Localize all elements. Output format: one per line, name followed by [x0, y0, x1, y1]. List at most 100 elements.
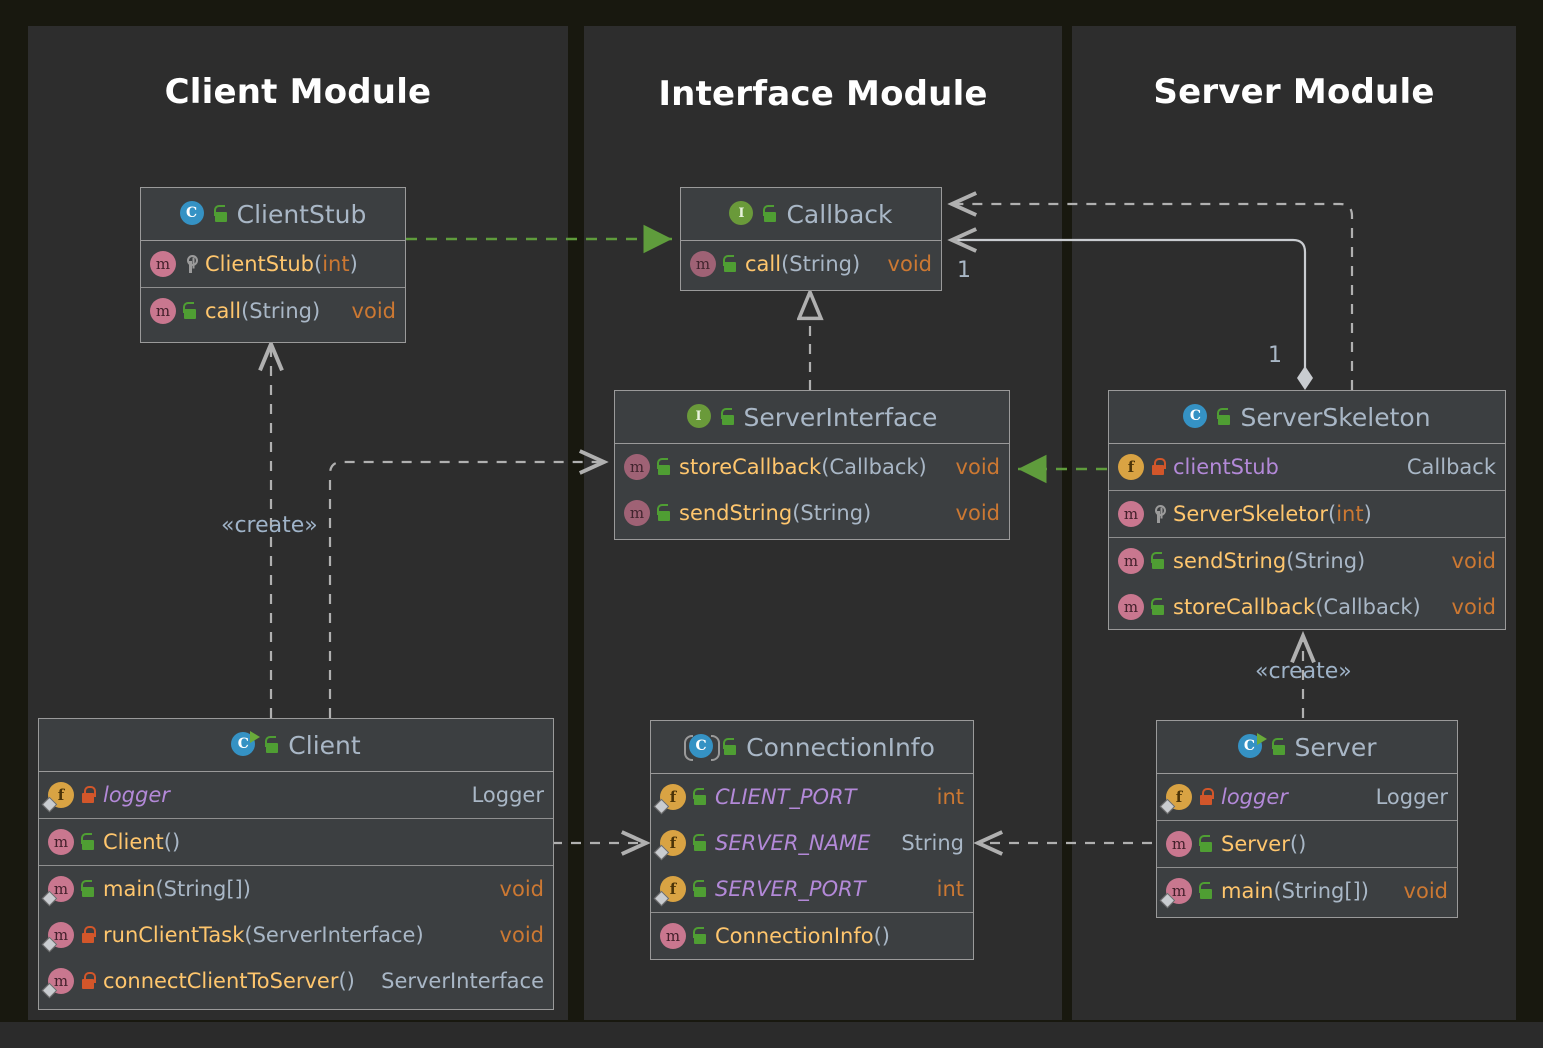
- member-params: (): [338, 969, 355, 993]
- static-field-icon: f: [660, 876, 686, 902]
- public-unlocked-icon: [722, 254, 739, 274]
- member-row[interactable]: f logger Logger: [39, 772, 553, 818]
- public-unlocked-icon: [656, 503, 673, 523]
- member-row[interactable]: m storeCallback (Callback) void: [615, 444, 1009, 490]
- member-row[interactable]: m call (String) void: [141, 288, 405, 334]
- method-icon: m: [1118, 501, 1144, 527]
- member-return-type: void: [955, 455, 1000, 479]
- public-unlocked-icon: [722, 737, 739, 757]
- member-row[interactable]: m runClientTask (ServerInterface) void: [39, 912, 553, 958]
- class-section-constructors: m Server(): [1157, 821, 1457, 868]
- class-name: Callback: [786, 199, 893, 229]
- member-row[interactable]: m ClientStub(int): [141, 241, 405, 287]
- member-name: main: [1221, 879, 1274, 903]
- class-box-client[interactable]: C Client f logger Logger m Client() m ma…: [38, 718, 554, 1010]
- public-unlocked-icon: [720, 407, 737, 427]
- member-row[interactable]: m sendString (String) void: [1109, 538, 1505, 584]
- member-name: main: [103, 877, 156, 901]
- member-row[interactable]: m ServerSkeletor(int): [1109, 491, 1505, 537]
- member-return-type: void: [499, 877, 544, 901]
- member-row[interactable]: f logger Logger: [1157, 774, 1457, 820]
- private-locked-icon: [80, 971, 97, 991]
- member-return-type: ServerInterface: [381, 969, 544, 993]
- class-header-clientstub: C ClientStub: [141, 188, 405, 241]
- class-section-constructors: m ClientStub(int): [141, 241, 405, 288]
- private-locked-icon: [80, 785, 97, 805]
- constructor-key-icon: [1150, 504, 1167, 524]
- class-box-connectioninfo[interactable]: C ConnectionInfo f CLIENT_PORT int f SER…: [650, 720, 974, 960]
- member-row[interactable]: m ConnectionInfo(): [651, 913, 973, 959]
- class-header-client: C Client: [39, 719, 553, 772]
- class-section-constructors: m ConnectionInfo(): [651, 913, 973, 959]
- member-type: Callback: [1406, 455, 1496, 479]
- member-row[interactable]: f CLIENT_PORT int: [651, 774, 973, 820]
- member-row[interactable]: m Client(): [39, 819, 553, 865]
- static-field-icon: f: [660, 784, 686, 810]
- member-name: clientStub: [1173, 455, 1279, 479]
- member-return-type: void: [499, 923, 544, 947]
- class-box-serverskeleton[interactable]: C ServerSkeleton f clientStub Callback m…: [1108, 390, 1506, 630]
- class-box-server[interactable]: C Server f logger Logger m Server() m ma…: [1156, 720, 1458, 918]
- member-row[interactable]: f SERVER_PORT int: [651, 866, 973, 912]
- member-return-type: void: [887, 252, 932, 276]
- member-params: (ServerInterface): [244, 923, 424, 947]
- method-icon: m: [48, 829, 74, 855]
- private-locked-icon: [1150, 457, 1167, 477]
- static-method-icon: m: [48, 968, 74, 994]
- class-name: Server: [1294, 732, 1377, 762]
- class-box-serverinterface[interactable]: I ServerInterface m storeCallback (Callba…: [614, 390, 1010, 540]
- class-name: Client: [288, 730, 361, 760]
- member-return-type: void: [1451, 549, 1496, 573]
- class-section-methods: m storeCallback (Callback) void m sendStr…: [615, 444, 1009, 536]
- class-section-methods: m main (String[]) void: [1157, 868, 1457, 914]
- abstract-method-icon: m: [690, 251, 716, 277]
- member-name: Client: [103, 830, 164, 854]
- member-row[interactable]: m connectClientToServer() ServerInterfac…: [39, 958, 553, 1004]
- public-unlocked-icon: [80, 832, 97, 852]
- uml-class-diagram: Client Module Interface Module Server Mo…: [0, 0, 1543, 1048]
- member-row[interactable]: m main (String[]) void: [39, 866, 553, 912]
- multiplicity-callback: 1: [957, 258, 971, 283]
- method-icon: m: [1166, 831, 1192, 857]
- module-title-server: Server Module: [1153, 72, 1435, 112]
- multiplicity-serverskeleton: 1: [1268, 343, 1282, 368]
- public-unlocked-icon: [1216, 407, 1233, 427]
- member-row[interactable]: f clientStub Callback: [1109, 444, 1505, 490]
- member-params: (): [1289, 832, 1307, 856]
- member-type: Logger: [471, 783, 544, 807]
- member-param-type: int: [1336, 502, 1364, 526]
- private-locked-icon: [80, 925, 97, 945]
- public-unlocked-icon: [692, 879, 709, 899]
- static-field-icon: f: [48, 782, 74, 808]
- member-row[interactable]: m main (String[]) void: [1157, 868, 1457, 914]
- member-name: CLIENT_PORT: [715, 785, 857, 809]
- member-row[interactable]: m sendString (String) void: [615, 490, 1009, 536]
- member-type: Logger: [1375, 785, 1448, 809]
- runnable-class-icon: C: [231, 731, 261, 758]
- member-row[interactable]: m call (String) void: [681, 241, 941, 287]
- class-box-clientstub[interactable]: C ClientStub m ClientStub(int) m call (St…: [140, 187, 406, 343]
- member-name: call: [205, 299, 242, 323]
- class-box-callback[interactable]: I Callback m call (String) void: [680, 187, 942, 291]
- member-type: int: [936, 877, 964, 901]
- member-params: (: [314, 252, 323, 276]
- class-name: ConnectionInfo: [746, 732, 935, 762]
- method-icon: m: [150, 251, 176, 277]
- member-params: (String): [1286, 549, 1366, 573]
- member-params: (String[]): [1273, 879, 1369, 903]
- member-name: call: [745, 252, 782, 276]
- method-icon: m: [1118, 548, 1144, 574]
- class-header-connectioninfo: C ConnectionInfo: [651, 721, 973, 774]
- member-name: SERVER_NAME: [715, 831, 871, 855]
- member-row[interactable]: m storeCallback (Callback) void: [1109, 584, 1505, 629]
- public-unlocked-icon: [1150, 551, 1167, 571]
- method-icon: m: [1118, 594, 1144, 620]
- member-params: (): [163, 830, 181, 854]
- member-params: (String): [792, 501, 872, 525]
- member-row[interactable]: m Server(): [1157, 821, 1457, 867]
- class-header-serverinterface: I ServerInterface: [615, 391, 1009, 444]
- member-return-type: void: [1451, 595, 1496, 619]
- static-field-icon: f: [1166, 784, 1192, 810]
- member-row[interactable]: f SERVER_NAME String: [651, 820, 973, 866]
- class-section-fields: f CLIENT_PORT int f SERVER_NAME String f…: [651, 774, 973, 913]
